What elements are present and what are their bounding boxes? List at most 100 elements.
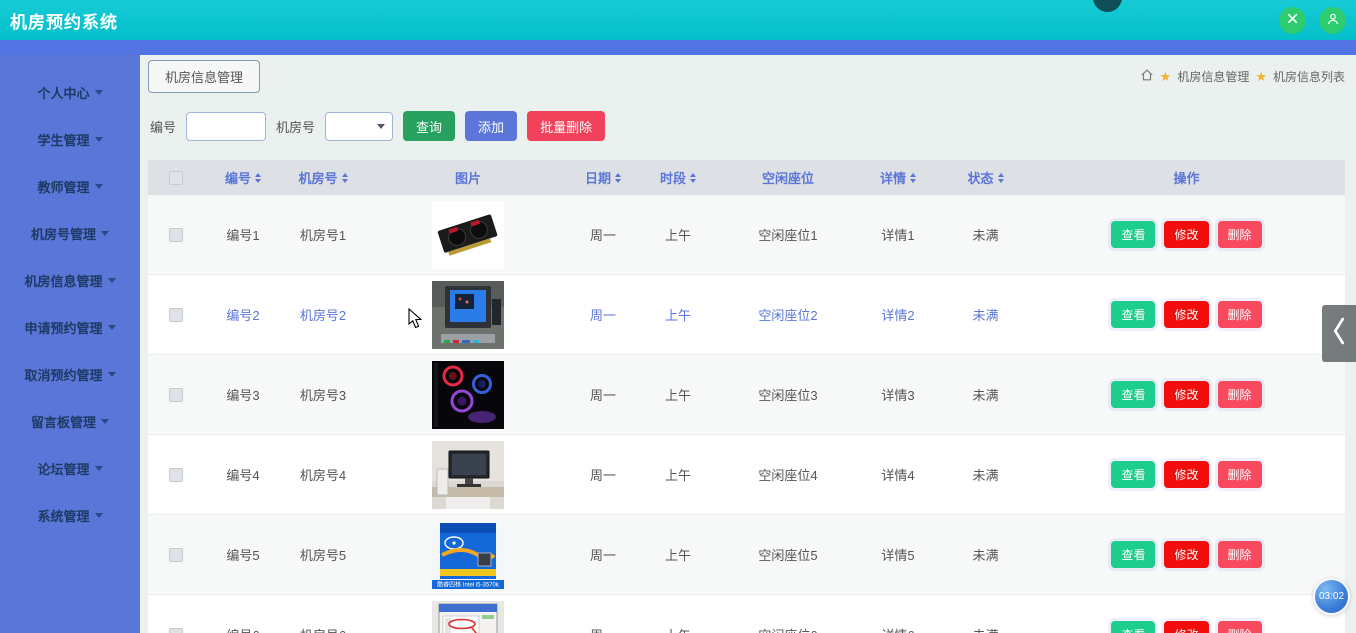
sidebar-item-label: 教师管理 <box>37 177 89 196</box>
cell-date: 周一 <box>573 625 633 633</box>
table-row: 编号5 机房号5 酷睿四核 Intel i5-3570k 周一 上午 空闲座位5… <box>148 515 1345 595</box>
sidebar-item-message-board-mgmt[interactable]: 留言板管理 <box>0 398 140 445</box>
breadcrumb-item[interactable]: 机房信息列表 <box>1273 68 1345 85</box>
modify-button[interactable]: 修改 <box>1164 221 1208 248</box>
filter-bar: 编号 机房号 查询 添加 批量删除 <box>150 111 1345 141</box>
sidebar-item-room-info-mgmt[interactable]: 机房信息管理 <box>0 257 140 304</box>
column-header-room[interactable]: 机房号 <box>283 168 363 187</box>
row-checkbox[interactable] <box>169 308 183 322</box>
sidebar-item-student-mgmt[interactable]: 学生管理 <box>0 116 140 163</box>
sidebar-item-apply-reservation-mgmt[interactable]: 申请预约管理 <box>0 304 140 351</box>
column-header-id[interactable]: 编号 <box>203 168 283 187</box>
view-button[interactable]: 查看 <box>1111 301 1155 328</box>
main-content: 机房信息管理 ★ 机房信息管理 ★ 机房信息列表 编号 机房号 查询 添加 批量… <box>140 55 1356 633</box>
delete-button[interactable]: 删除 <box>1218 221 1262 248</box>
column-header-date[interactable]: 日期 <box>573 168 633 187</box>
sidebar-item-room-number-mgmt[interactable]: 机房号管理 <box>0 210 140 257</box>
star-icon: ★ <box>1160 70 1172 83</box>
view-button[interactable]: 查看 <box>1111 221 1155 248</box>
view-button[interactable]: 查看 <box>1111 541 1155 568</box>
topbar-actions <box>1279 7 1346 34</box>
cell-period: 上午 <box>633 545 723 564</box>
sidebar-item-system-mgmt[interactable]: 系统管理 <box>0 492 140 539</box>
cell-id: 编号4 <box>203 465 283 484</box>
chevron-down-icon <box>95 184 103 189</box>
delete-button[interactable]: 删除 <box>1218 461 1262 488</box>
id-filter-label: 编号 <box>150 117 176 136</box>
row-checkbox[interactable] <box>169 628 183 633</box>
desk-monitor-photo <box>432 441 504 509</box>
graphics-card-photo <box>432 201 504 269</box>
chevron-down-icon <box>377 124 385 129</box>
column-label: 详情 <box>880 168 906 187</box>
delete-button[interactable]: 删除 <box>1218 381 1262 408</box>
column-header-status[interactable]: 状态 <box>943 168 1028 187</box>
sidebar-item-forum-mgmt[interactable]: 论坛管理 <box>0 445 140 492</box>
row-checkbox[interactable] <box>169 388 183 402</box>
sidebar-item-cancel-reservation-mgmt[interactable]: 取消预约管理 <box>0 351 140 398</box>
image-caption: 酷睿四核 Intel i5-3570k <box>437 580 500 588</box>
cell-status: 未满 <box>943 465 1028 484</box>
sort-icon <box>615 173 621 183</box>
sidebar-item-teacher-mgmt[interactable]: 教师管理 <box>0 163 140 210</box>
column-label: 机房号 <box>298 168 337 187</box>
cell-seats: 空闲座位6 <box>723 625 853 633</box>
column-header-period[interactable]: 时段 <box>633 168 723 187</box>
row-checkbox[interactable] <box>169 228 183 242</box>
row-checkbox[interactable] <box>169 548 183 562</box>
column-header-image: 图片 <box>363 168 573 187</box>
room-filter-label: 机房号 <box>276 117 315 136</box>
cell-period: 上午 <box>633 625 723 633</box>
sidebar-item-label: 机房号管理 <box>31 224 96 243</box>
chevron-down-icon <box>95 137 103 142</box>
delete-button[interactable]: 删除 <box>1218 621 1262 633</box>
home-icon[interactable] <box>1140 68 1154 85</box>
sidebar-item-personal-center[interactable]: 个人中心 <box>0 69 140 116</box>
sidebar-item-label: 申请预约管理 <box>24 318 102 337</box>
table-row: 编号4 机房号4 周一 上午 空闲座位4 详情4 未满 查看 修改 删除 <box>148 435 1345 515</box>
id-filter-input[interactable] <box>186 112 266 141</box>
add-button[interactable]: 添加 <box>465 111 517 141</box>
delete-button[interactable]: 删除 <box>1218 541 1262 568</box>
chevron-down-icon <box>108 325 116 330</box>
row-checkbox[interactable] <box>169 468 183 482</box>
cell-detail: 详情1 <box>853 225 943 244</box>
room-filter-select[interactable] <box>325 112 393 141</box>
user-button[interactable] <box>1319 7 1346 34</box>
cell-status: 未满 <box>943 305 1028 324</box>
cell-detail: 详情2 <box>853 305 943 324</box>
cell-detail: 详情5 <box>853 545 943 564</box>
fullscreen-button[interactable] <box>1279 7 1306 34</box>
view-button[interactable]: 查看 <box>1111 621 1155 633</box>
cell-id: 编号1 <box>203 225 283 244</box>
select-all-checkbox[interactable] <box>169 171 183 185</box>
cell-room: 机房号1 <box>283 225 363 244</box>
batch-delete-button[interactable]: 批量删除 <box>527 111 605 141</box>
chevron-left-icon <box>1330 314 1348 353</box>
modify-button[interactable]: 修改 <box>1164 541 1208 568</box>
column-header-detail[interactable]: 详情 <box>853 168 943 187</box>
cell-seats: 空闲座位3 <box>723 385 853 404</box>
header-accent-strip <box>0 40 1356 55</box>
modify-button[interactable]: 修改 <box>1164 381 1208 408</box>
rgb-pc-case-photo <box>432 361 504 429</box>
cell-detail: 详情4 <box>853 465 943 484</box>
app-title: 机房预约系统 <box>10 8 118 33</box>
sidebar-item-label: 学生管理 <box>37 130 89 149</box>
breadcrumb-item[interactable]: 机房信息管理 <box>1177 68 1249 85</box>
view-button[interactable]: 查看 <box>1111 381 1155 408</box>
modify-button[interactable]: 修改 <box>1164 301 1208 328</box>
search-button[interactable]: 查询 <box>403 111 455 141</box>
delete-button[interactable]: 删除 <box>1218 301 1262 328</box>
windows-dialog-photo <box>432 601 504 633</box>
cell-detail: 详情6 <box>853 625 943 633</box>
modify-button[interactable]: 修改 <box>1164 461 1208 488</box>
page-tab-room-info[interactable]: 机房信息管理 <box>148 60 260 93</box>
modify-button[interactable]: 修改 <box>1164 621 1208 633</box>
view-button[interactable]: 查看 <box>1111 461 1155 488</box>
collapse-panel-button[interactable] <box>1322 305 1356 362</box>
room-info-table: 编号 机房号 图片 日期 时段 空闲座位 详情 状态 操作 编号1 机房号1 周… <box>148 160 1345 633</box>
sort-icon <box>910 173 916 183</box>
column-label: 状态 <box>967 168 993 187</box>
cell-id: 编号5 <box>203 545 283 564</box>
